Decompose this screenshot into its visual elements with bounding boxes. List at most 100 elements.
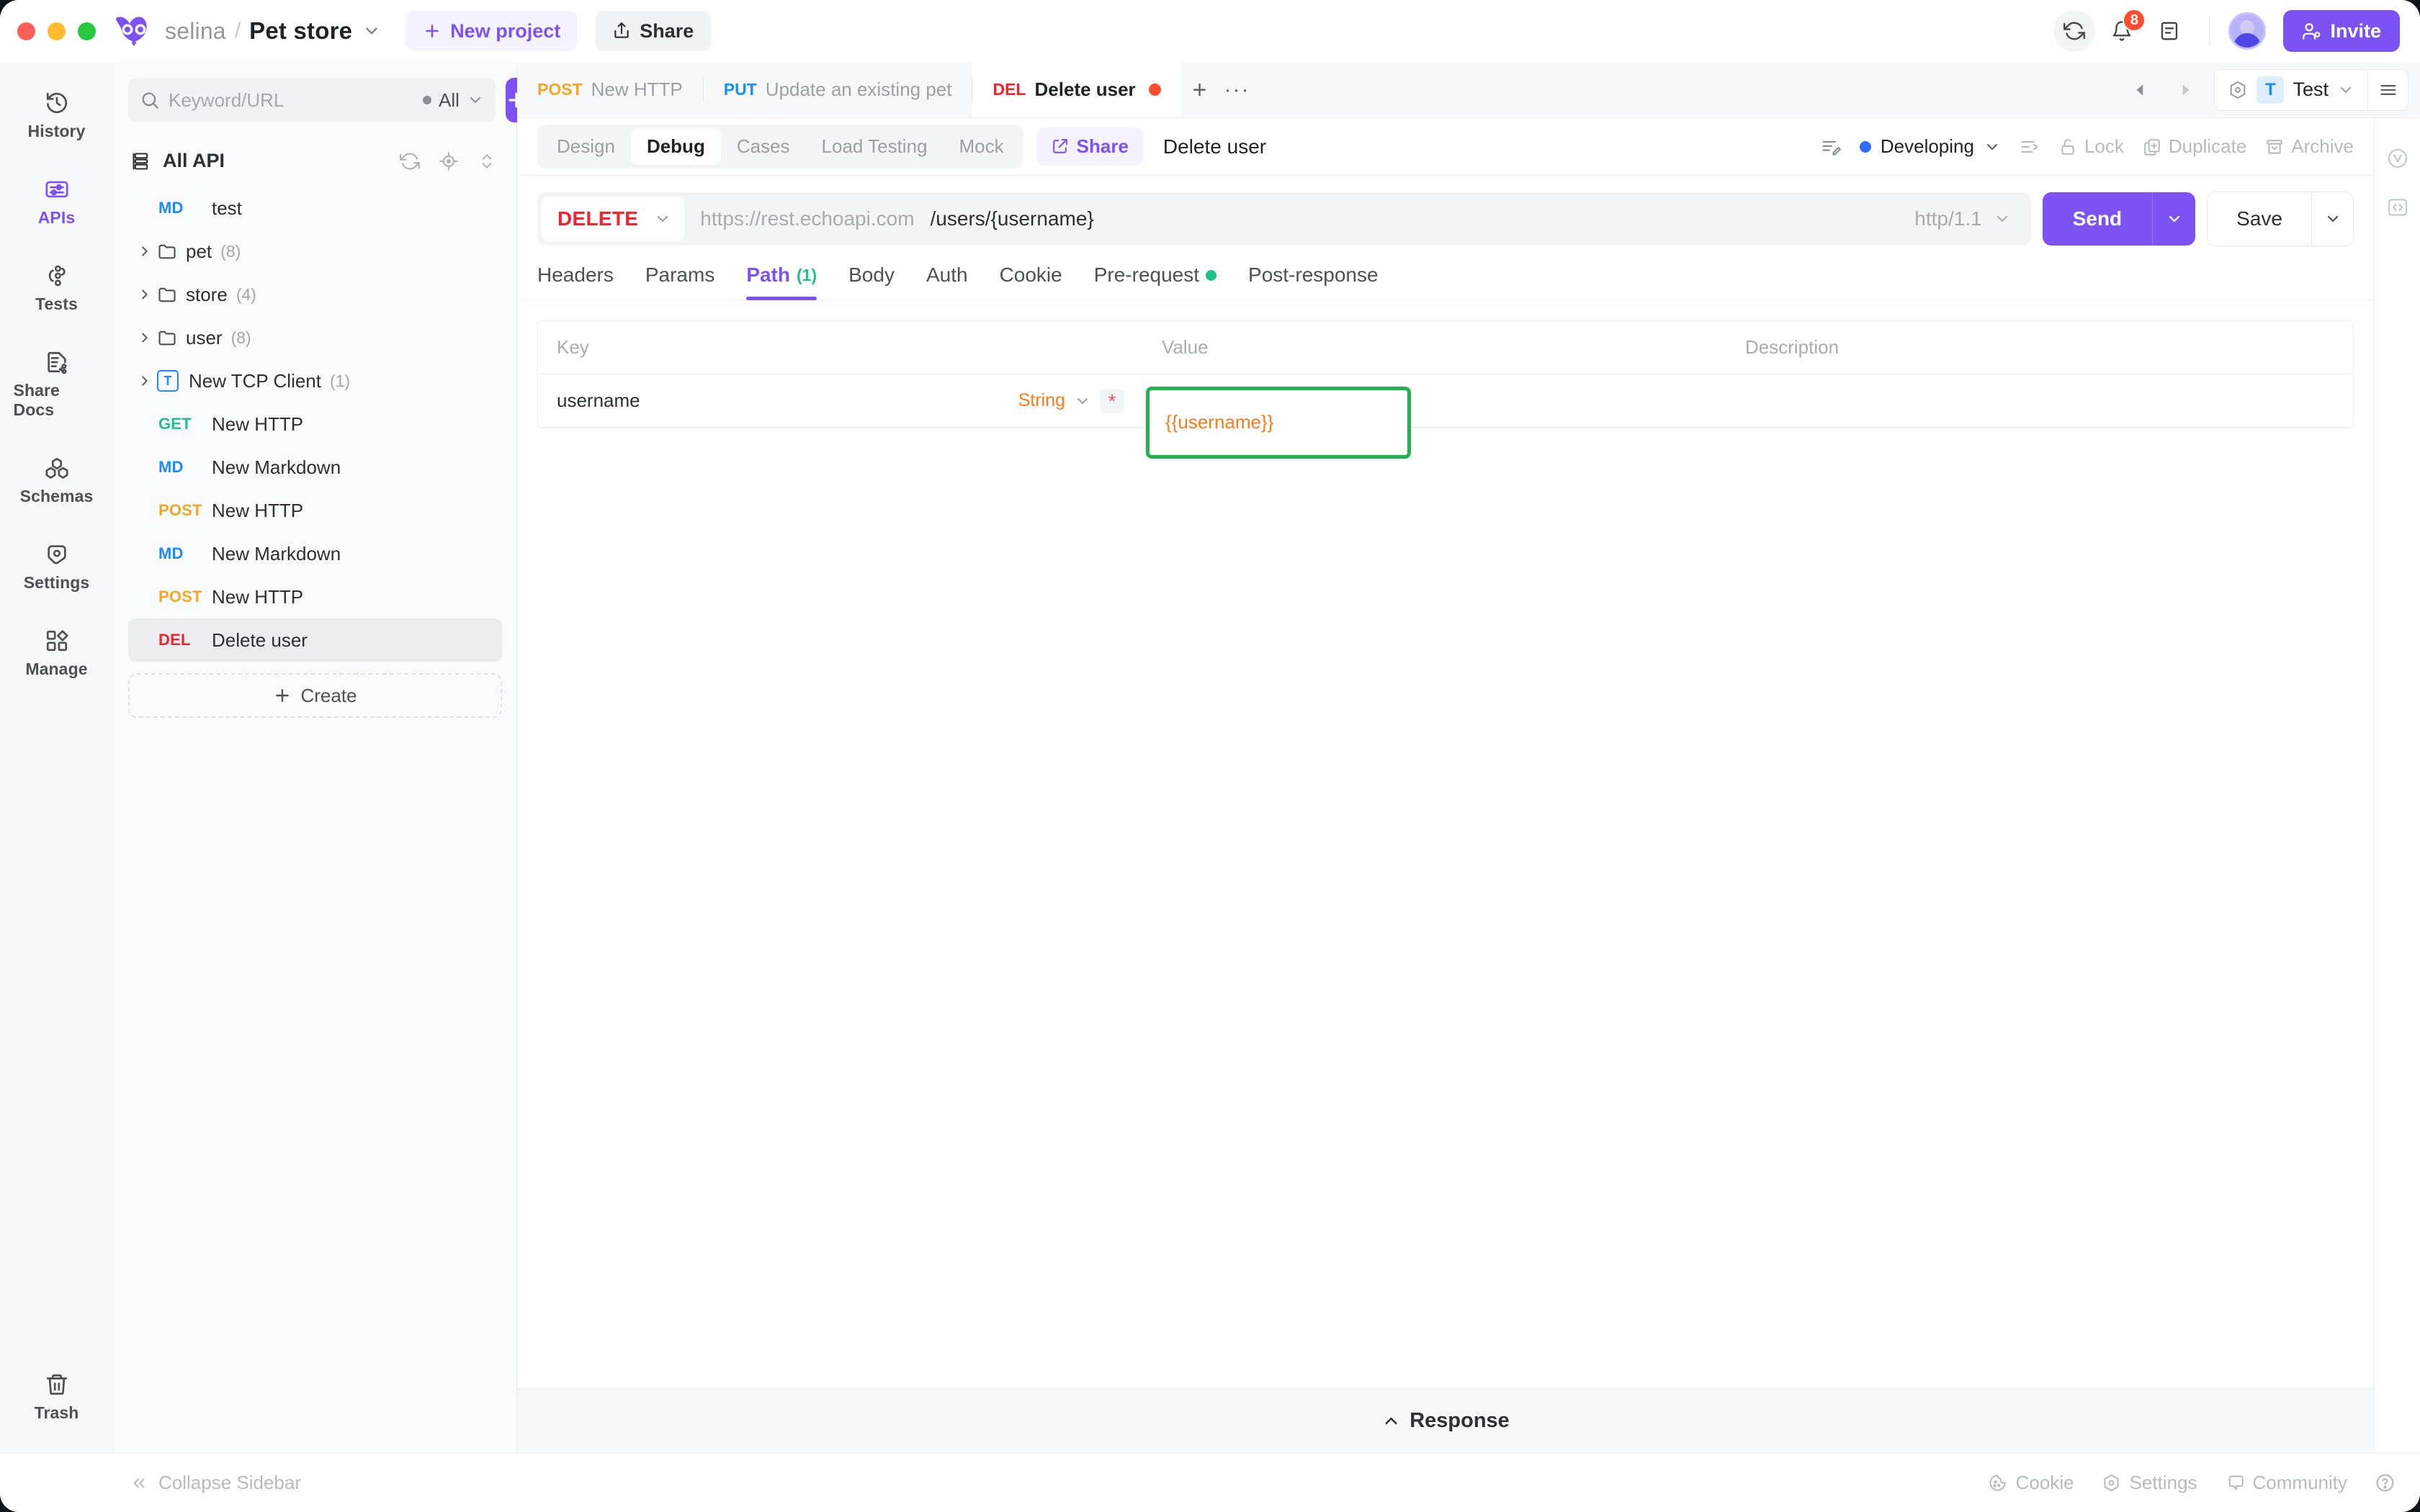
tab-load-testing[interactable]: Load Testing (806, 128, 944, 165)
tree-item-new-http[interactable]: GET New HTTP (128, 402, 502, 446)
chevron-down-icon[interactable] (1074, 392, 1091, 410)
chevron-right-icon[interactable] (133, 243, 157, 259)
sidebar-item-settings[interactable]: Settings (14, 532, 100, 601)
sidebar-item-schemas[interactable]: Schemas (14, 446, 100, 515)
sidebar-item-apis[interactable]: APIs (14, 167, 100, 236)
param-value-highlight-box[interactable]: {{username}} (1146, 386, 1411, 459)
environment-menu-button[interactable] (2367, 69, 2408, 110)
all-api-header[interactable]: All API (128, 150, 502, 172)
tree-item-user[interactable]: user (8) (128, 316, 502, 359)
environment-selector[interactable]: T Test (2214, 68, 2408, 111)
tree-filter-dropdown[interactable]: All (418, 89, 484, 112)
expand-collapse-icon[interactable] (478, 152, 496, 171)
sidebar-item-history[interactable]: History (14, 81, 100, 150)
param-tab-auth[interactable]: Auth (926, 264, 968, 300)
locate-icon[interactable] (439, 151, 459, 171)
save-button-group[interactable]: Save (2207, 192, 2354, 246)
code-snippet-icon[interactable] (2386, 196, 2409, 219)
help-icon[interactable] (2375, 1472, 2396, 1493)
response-collapse-bar[interactable]: Response (517, 1388, 2374, 1453)
tree-item-pet[interactable]: pet (8) (128, 230, 502, 273)
new-project-button[interactable]: New project (405, 11, 578, 51)
sidebar-item-manage[interactable]: Manage (14, 618, 100, 688)
close-window-button[interactable] (17, 22, 35, 40)
tab-mock[interactable]: Mock (944, 128, 1020, 165)
tree-item-new-http[interactable]: POST New HTTP (128, 489, 502, 532)
chevron-right-icon[interactable] (133, 373, 157, 389)
notifications-button[interactable]: 8 (2101, 9, 2146, 52)
move-request-button[interactable] (2020, 137, 2040, 157)
refresh-icon[interactable] (400, 151, 420, 171)
environment-main[interactable]: T Test (2215, 76, 2367, 104)
param-tab-headers[interactable]: Headers (537, 264, 614, 300)
archive-request-button[interactable]: Archive (2265, 135, 2354, 158)
new-tab-button[interactable]: + (1193, 78, 1207, 102)
share-project-button[interactable]: Share (595, 11, 712, 51)
minimize-window-button[interactable] (48, 22, 66, 40)
param-tab-pre-request[interactable]: Pre-request (1094, 264, 1217, 300)
tab-more-button[interactable]: ··· (1214, 78, 1250, 102)
invite-user-icon (2303, 22, 2321, 40)
column-header-key: Key (557, 336, 589, 358)
required-toggle[interactable]: * (1100, 388, 1124, 413)
param-tab-post-response[interactable]: Post-response (1248, 264, 1379, 300)
url-path-input[interactable]: /users/{username} (915, 207, 1094, 230)
param-tab-body[interactable]: Body (848, 264, 895, 300)
vue-devtools-icon[interactable] (2386, 147, 2409, 170)
duplicate-request-button[interactable]: Duplicate (2143, 135, 2246, 158)
param-tab-path[interactable]: Path (1) (746, 264, 817, 300)
protocol-dropdown[interactable]: http/1.1 (1914, 207, 2026, 230)
chevron-right-icon[interactable] (133, 287, 157, 302)
sidebar-item-tests[interactable]: Tests (14, 253, 100, 323)
tab-design[interactable]: Design (541, 128, 631, 165)
create-button[interactable]: Create (128, 673, 502, 718)
lock-request-button[interactable]: Lock (2058, 135, 2124, 158)
tabs-scroll-right-button[interactable] (2169, 74, 2201, 106)
sidebar-item-share-docs[interactable]: Share Docs (14, 340, 100, 428)
save-options-button[interactable] (2311, 192, 2353, 246)
sidebar-item-trash[interactable]: Trash (14, 1362, 100, 1431)
tree-item-new-markdown[interactable]: MD New Markdown (128, 446, 502, 489)
tab-debug[interactable]: Debug (630, 128, 721, 165)
footer-community-button[interactable]: Community (2225, 1472, 2347, 1494)
http-method-dropdown[interactable]: DELETE (542, 197, 685, 241)
request-status-dropdown[interactable]: Developing (1859, 135, 2001, 158)
save-button[interactable]: Save (2208, 192, 2311, 246)
tree-item-new-http[interactable]: POST New HTTP (128, 575, 502, 618)
user-avatar[interactable] (2228, 12, 2267, 50)
send-button[interactable]: Send (2043, 192, 2152, 246)
workspace-name[interactable]: selina (165, 18, 226, 45)
sync-button[interactable] (2053, 10, 2096, 52)
tab-update-an-existing-pet[interactable]: PUT Update an existing pet (704, 62, 972, 117)
tree-item-store[interactable]: store (4) (128, 273, 502, 316)
tree-item-delete-user[interactable]: DEL Delete user (128, 618, 502, 662)
footer-cookie-button[interactable]: Cookie (1988, 1472, 2074, 1494)
request-title-input[interactable] (1162, 135, 1799, 158)
param-tab-cookie[interactable]: Cookie (1000, 264, 1062, 300)
maximize-window-button[interactable] (78, 22, 96, 40)
search-input[interactable] (169, 89, 410, 112)
share-request-button[interactable]: Share (1036, 127, 1143, 166)
chevron-down-icon[interactable] (362, 22, 381, 40)
tabs-scroll-left-button[interactable] (2125, 74, 2156, 106)
project-name[interactable]: Pet store (249, 17, 352, 45)
docs-panel-button[interactable] (2148, 10, 2190, 52)
chevron-right-icon[interactable] (133, 330, 157, 346)
edit-description-button[interactable] (1821, 137, 1841, 157)
param-key-cell[interactable]: username String * (538, 388, 1143, 413)
collapse-sidebar-button[interactable]: Collapse Sidebar (130, 1472, 301, 1494)
search-box[interactable]: All (128, 78, 496, 122)
share-icon (614, 22, 629, 38)
tab-delete-user[interactable]: DEL Delete user (972, 62, 1181, 117)
send-options-button[interactable] (2152, 192, 2195, 246)
tree-item-new-markdown[interactable]: MD New Markdown (128, 532, 502, 575)
param-tab-params[interactable]: Params (645, 264, 714, 300)
footer-settings-button[interactable]: Settings (2102, 1472, 2197, 1494)
tree-item-new-tcp-client[interactable]: T New TCP Client (1) (128, 359, 502, 402)
send-button-group[interactable]: Send (2042, 192, 2196, 246)
invite-button[interactable]: Invite (2283, 10, 2400, 52)
tab-new-http[interactable]: POST New HTTP (517, 62, 703, 117)
tab-cases[interactable]: Cases (721, 128, 806, 165)
param-value-input[interactable]: {{username}} (1165, 411, 1273, 433)
tree-item-test[interactable]: MD test (128, 186, 502, 230)
